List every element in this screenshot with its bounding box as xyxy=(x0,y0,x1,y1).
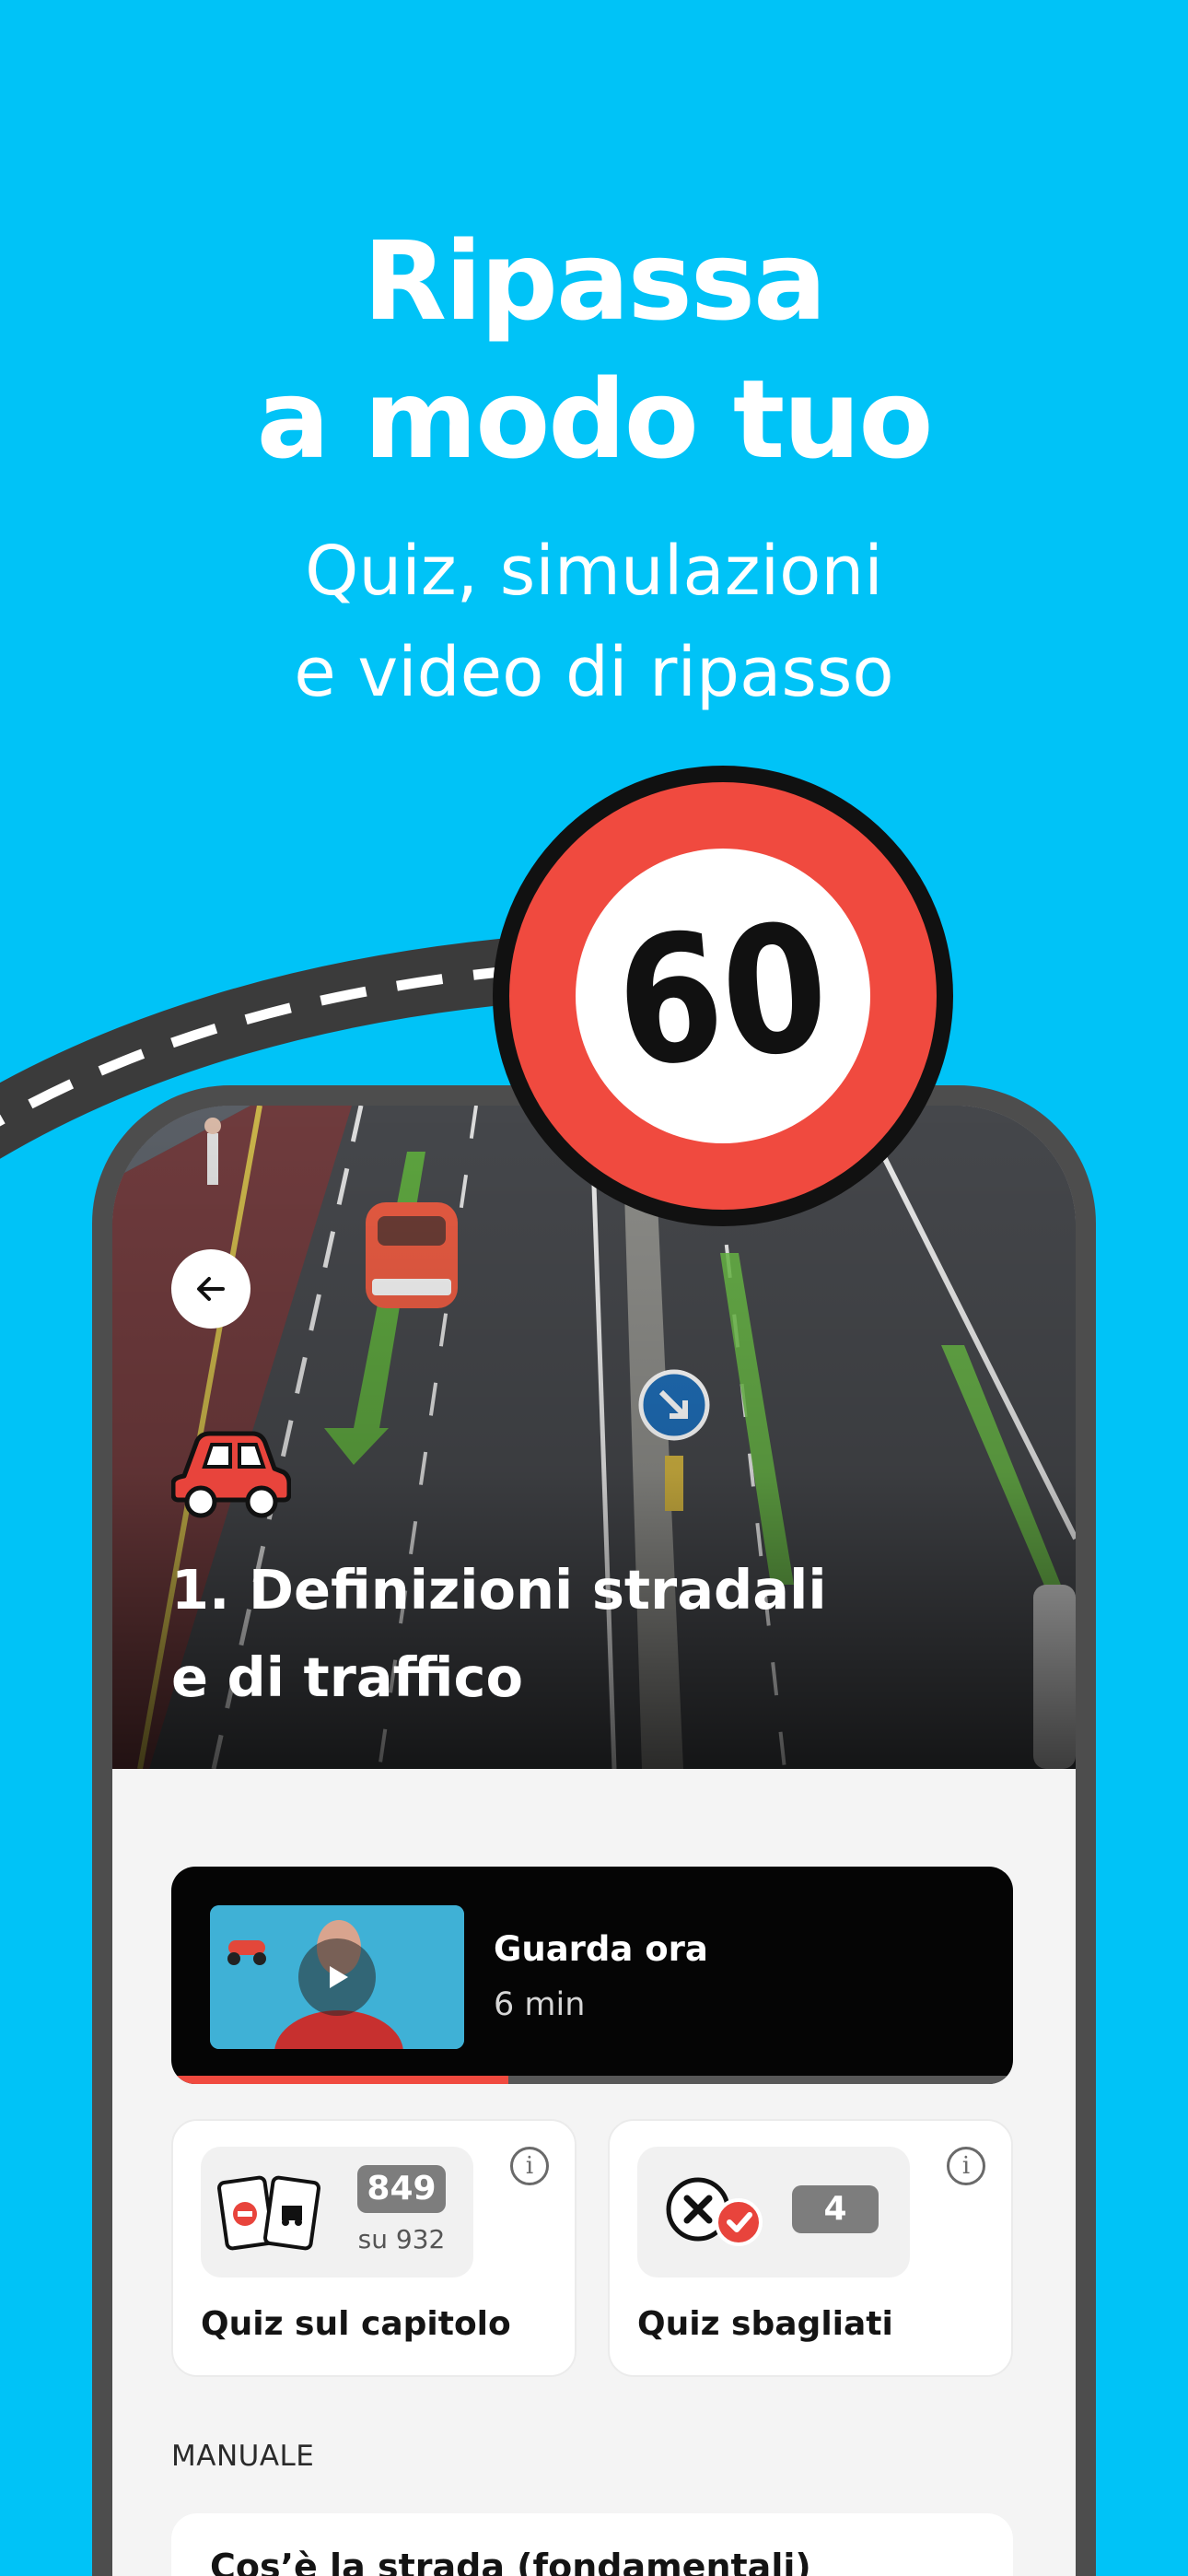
chapter-quiz-tile: 849 su 932 xyxy=(201,2147,473,2277)
phone-screen: 1. Definizioni stradali e di traffico Gu… xyxy=(112,1106,1076,2576)
manual-section-label: MANUALE xyxy=(171,2440,315,2473)
wrong-quiz-tile: 4 xyxy=(637,2147,910,2277)
back-button[interactable] xyxy=(171,1249,250,1329)
video-progress-track xyxy=(171,2076,1013,2084)
quiz-count-badge: 849 xyxy=(357,2165,446,2213)
car-icon xyxy=(171,1431,291,1518)
wrong-quiz-label: Quiz sbagliati xyxy=(637,2305,893,2343)
chapter-title-line-2: e di traffico xyxy=(171,1645,523,1709)
subheadline-line-2: e video di ripasso xyxy=(294,633,894,712)
play-icon xyxy=(330,1966,348,1988)
wrong-answers-icon xyxy=(666,2177,763,2246)
chapter-quiz-label: Quiz sul capitolo xyxy=(201,2305,511,2343)
play-button[interactable] xyxy=(298,1938,376,2016)
chapter-quiz-card[interactable]: 849 su 932 i Quiz sul capitolo xyxy=(171,2119,577,2377)
speed-limit-value: 60 xyxy=(610,885,836,1107)
phone-frame: 1. Definizioni stradali e di traffico Gu… xyxy=(92,1085,1096,2576)
manual-item-title: Cos’è la strada (fondamentali) xyxy=(210,2547,811,2576)
subheadline-line-1: Quiz, simulazioni xyxy=(305,532,883,611)
quiz-cards-icon xyxy=(217,2175,320,2251)
wrong-quiz-card[interactable]: 4 i Quiz sbagliati xyxy=(608,2119,1013,2377)
video-duration: 6 min xyxy=(494,1986,586,2023)
headline-line-2: a modo tuo xyxy=(256,356,934,483)
video-progress-bar xyxy=(171,2076,508,2084)
subheadline: Quiz, simulazioni e video di ripasso xyxy=(0,521,1188,723)
video-card[interactable]: Guarda ora 6 min xyxy=(171,1867,1013,2084)
chapter-title-line-1: 1. Definizioni stradali xyxy=(171,1558,827,1622)
info-icon[interactable]: i xyxy=(510,2147,549,2185)
headline-line-1: Ripassa xyxy=(363,217,827,345)
headline: Ripassa a modo tuo xyxy=(0,212,1188,488)
speed-limit-sign-icon: 60 xyxy=(493,766,953,1226)
video-title: Guarda ora xyxy=(494,1929,708,1969)
arrow-left-icon xyxy=(197,1277,225,1301)
chapter-title: 1. Definizioni stradali e di traffico xyxy=(171,1546,1000,1721)
wrong-count-badge: 4 xyxy=(792,2185,879,2233)
quiz-total: su 932 xyxy=(357,2224,446,2254)
info-icon[interactable]: i xyxy=(947,2147,985,2185)
manual-list-item[interactable]: Cos’è la strada (fondamentali) xyxy=(171,2513,1013,2576)
video-thumbnail xyxy=(210,1905,464,2049)
